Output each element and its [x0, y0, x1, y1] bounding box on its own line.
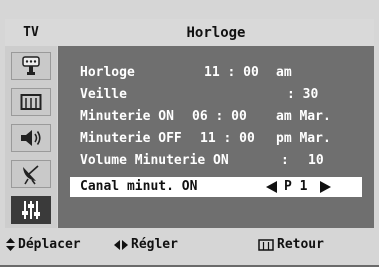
- row-label: Volume Minuterie ON: [80, 153, 229, 168]
- menu-row-minuterie-off[interactable]: Minuterie OFF 11 : 00 pm Mar.: [58, 129, 374, 149]
- footer-hints: Déplacer Régler Retour: [0, 228, 379, 265]
- left-right-arrows-icon: [114, 239, 128, 250]
- row-label: Horloge: [80, 65, 135, 80]
- move-label: Déplacer: [18, 237, 81, 252]
- menu-row-veille[interactable]: Veille : 30: [58, 85, 374, 105]
- adjust-label: Régler: [131, 237, 178, 252]
- menu-row-volume-minuterie-on[interactable]: Volume Minuterie ON : 10: [58, 151, 374, 171]
- input-plug-icon: [22, 56, 40, 75]
- row-label: Veille: [80, 87, 127, 102]
- row-value: 11 : 00: [200, 131, 255, 146]
- hint-adjust: Régler: [114, 237, 178, 252]
- picture-grid-icon: [20, 94, 42, 110]
- sidebar-item-input[interactable]: [11, 52, 51, 80]
- up-down-arrows-icon: [6, 238, 15, 251]
- row-value-suffix: am Mar.: [276, 109, 331, 124]
- setup-sliders-icon: [22, 201, 40, 219]
- menu-row-horloge[interactable]: Horloge 11 : 00 am: [58, 63, 374, 83]
- menu-icon: [258, 238, 274, 251]
- sidebar: [5, 46, 57, 228]
- row-value-suffix: pm Mar.: [276, 131, 331, 146]
- row-value: : 30: [287, 87, 319, 102]
- hint-move: Déplacer: [6, 237, 81, 252]
- hint-return: Retour: [258, 237, 324, 252]
- page-title: Horloge: [58, 19, 374, 46]
- return-label: Retour: [277, 237, 324, 252]
- menu-panel: Horloge 11 : 00 am Veille : 30 Minuterie…: [58, 46, 374, 228]
- menu-row-canal-minut-on[interactable]: Canal minut. ON P 1: [70, 177, 362, 197]
- arrow-right-icon[interactable]: [320, 181, 332, 193]
- sidebar-item-sound[interactable]: [11, 124, 51, 152]
- row-value: 06 : 00: [192, 109, 247, 124]
- row-label: Canal minut. ON: [80, 179, 198, 194]
- menu-row-minuterie-on[interactable]: Minuterie ON 06 : 00 am Mar.: [58, 107, 374, 127]
- row-value-suffix: 10: [308, 153, 324, 168]
- row-value: :: [281, 153, 289, 168]
- source-label: TV: [23, 25, 39, 40]
- antenna-dish-icon: [23, 165, 39, 185]
- row-label: Minuterie ON: [80, 109, 174, 124]
- speaker-icon: [21, 130, 41, 146]
- row-label: Minuterie OFF: [80, 131, 182, 146]
- row-value-suffix: am: [276, 65, 292, 80]
- sidebar-item-channel[interactable]: [11, 160, 51, 188]
- sidebar-item-setup[interactable]: [11, 196, 51, 224]
- sidebar-item-picture[interactable]: [11, 88, 51, 116]
- arrow-left-icon[interactable]: [266, 181, 278, 193]
- row-value: P 1: [284, 179, 308, 194]
- row-value: 11 : 00: [204, 65, 259, 80]
